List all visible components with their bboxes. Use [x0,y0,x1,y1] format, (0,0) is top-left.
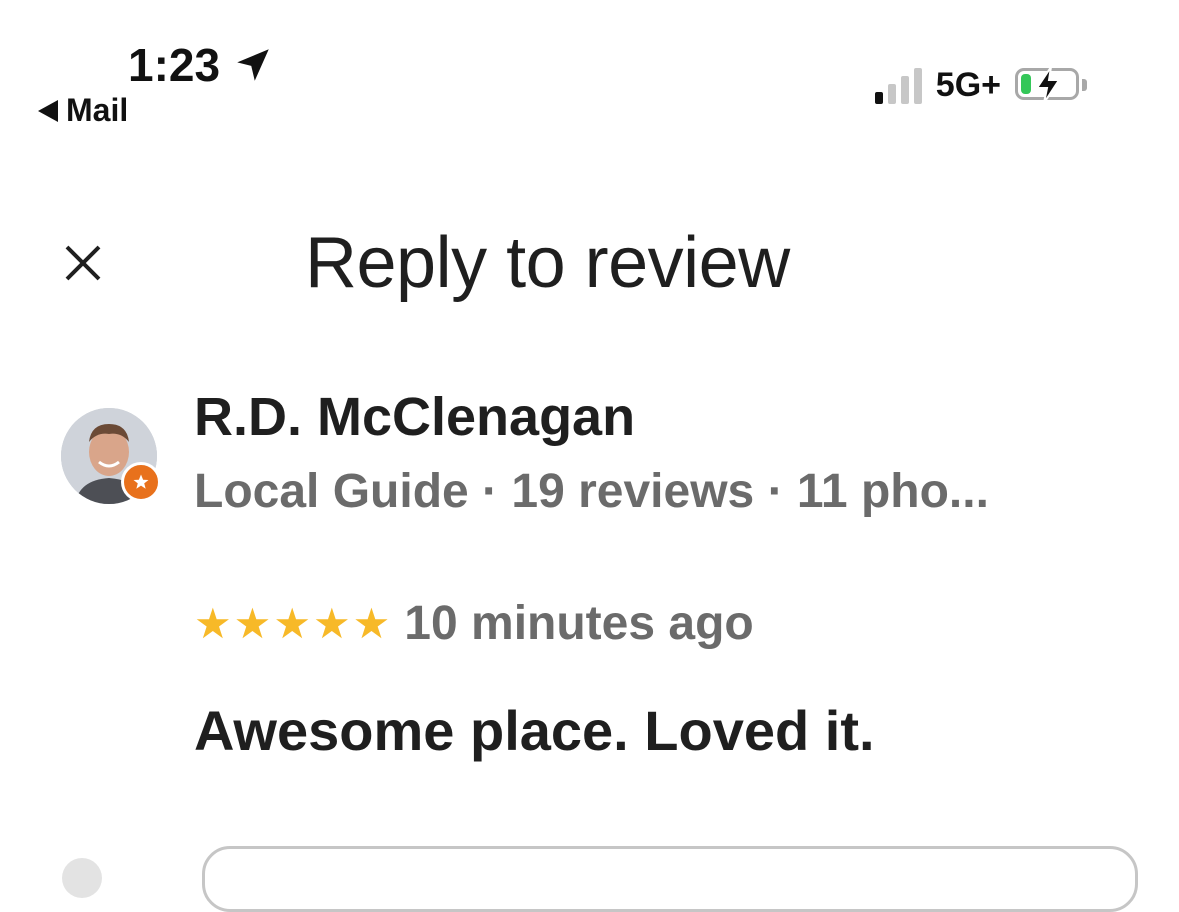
reviewer-avatar[interactable] [61,408,161,504]
location-arrow-icon [237,49,269,81]
rating-row: ★ ★ ★ ★ ★ 10 minutes ago [194,596,754,651]
back-to-mail-button[interactable]: Mail [38,92,128,129]
review-timestamp: 10 minutes ago [404,597,754,650]
status-time: 1:23 [128,38,274,92]
page-title: Reply to review [305,223,790,303]
close-button[interactable] [58,238,108,288]
close-icon [65,245,101,281]
review-text: Awesome place. Loved it. [194,699,875,762]
network-type: 5G+ [935,66,1001,104]
reviewer-meta: Local Guide · 19 reviews · 11 pho... [194,465,989,518]
battery-charging-icon [1015,65,1087,104]
star-icon: ★ [233,599,272,647]
star-icon: ★ [312,599,351,647]
star-icon: ★ [194,599,232,647]
star-icon: ★ [352,599,391,647]
back-to-mail-label: Mail [66,92,129,128]
owner-avatar [62,858,102,898]
local-guide-badge-icon [121,462,161,502]
back-triangle-icon [38,99,58,122]
reviewer-name[interactable]: R.D. McClenagan [194,386,635,448]
status-time-label: 1:23 [128,39,221,91]
cellular-signal-icon [874,67,922,104]
star-icon: ★ [273,599,311,647]
status-indicators: 5G+ [874,65,1087,105]
star-rating: ★ ★ ★ ★ ★ [194,599,391,647]
reply-input[interactable] [202,846,1138,912]
